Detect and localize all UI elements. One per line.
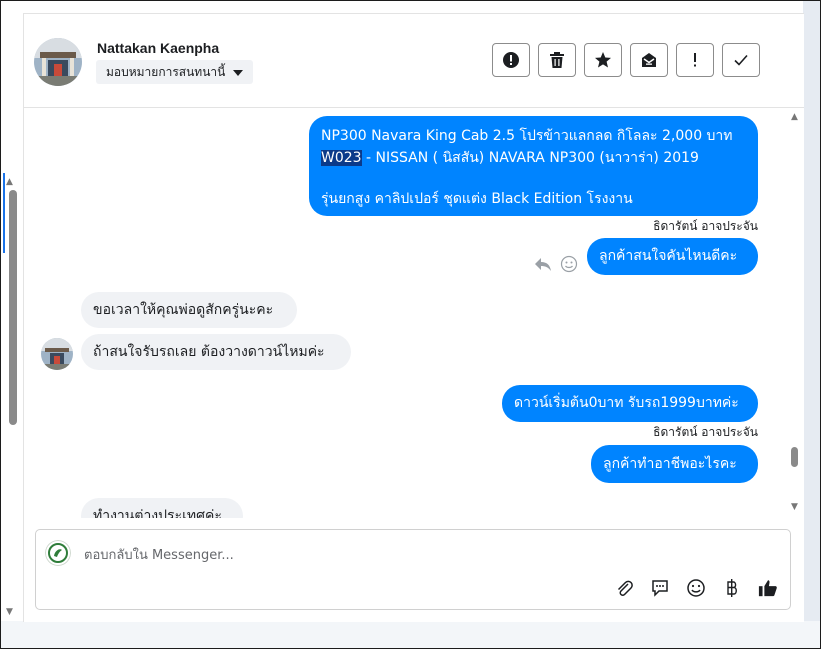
flag-button[interactable] — [676, 43, 714, 77]
assign-conversation-dropdown[interactable]: มอบหมายการสนทนานี้ — [96, 60, 254, 84]
scroll-up-icon[interactable]: ▲ — [791, 112, 798, 122]
message-scrollbar[interactable]: ▲ ▼ — [786, 108, 804, 518]
outgoing-message[interactable]: ลูกค้าสนใจคันไหนดีคะ — [587, 238, 758, 275]
envelope-icon — [642, 53, 656, 67]
message-line: รุ่นยกสูง คาลิปเปอร์ ชุดแต่ง Black Editi… — [321, 191, 633, 207]
mark-done-button[interactable] — [722, 43, 760, 77]
outgoing-message[interactable]: ลูกค้าทำอาชีพอะไรคะ — [591, 445, 758, 483]
incoming-message[interactable]: ขอเวลาให้คุณพ่อดูสักครู่นะคะ — [81, 292, 297, 328]
contact-name: Nattakan Kaenpha — [97, 40, 220, 56]
right-margin — [803, 1, 820, 621]
speech-bubble-icon — [652, 580, 668, 597]
sender-name: ธิดารัตน์ อาจประจัน — [653, 219, 758, 233]
incoming-message[interactable]: ถ้าสนใจรับรถเลย ต้องวางดาวน์ไหมค่ะ — [81, 334, 351, 370]
page-avatar — [45, 540, 71, 566]
outer-scroll-down-icon[interactable]: ▼ — [6, 607, 13, 617]
outer-scroll-up-icon[interactable]: ▲ — [6, 177, 13, 187]
header-actions — [492, 43, 760, 77]
emoji-icon — [687, 579, 705, 597]
conversation-panel: Nattakan Kaenpha มอบหมายการสนทนานี้ NP30… — [23, 13, 804, 622]
star-icon — [595, 52, 611, 68]
delete-button[interactable] — [538, 43, 576, 77]
bottom-margin — [1, 621, 820, 648]
saved-replies-button[interactable] — [650, 578, 670, 598]
incoming-message[interactable]: ทำงานต่างประเทศค่ะ — [81, 498, 243, 518]
emoji-button[interactable] — [686, 578, 706, 598]
react-emoji-icon[interactable] — [560, 255, 578, 273]
outer-scrollbar-thumb[interactable] — [9, 190, 17, 425]
attach-button[interactable] — [614, 578, 634, 598]
window-frame: ▲ ▼ Nattakan Kaenpha มอบหมายการสนทนานี้ — [0, 0, 821, 649]
star-button[interactable] — [584, 43, 622, 77]
baht-icon — [727, 579, 737, 597]
message-list: NP300 Navara King Cab 2.5 โปรข้าวแลกลด ก… — [24, 108, 786, 518]
trash-icon — [550, 52, 564, 68]
outgoing-message[interactable]: ดาวน์เริ่มต้น0บาท รับรถ1999บาทค่ะ — [502, 385, 758, 422]
message-line: NP300 Navara King Cab 2.5 โปรข้าวแลกลด ก… — [321, 128, 733, 144]
like-button[interactable] — [758, 578, 778, 598]
payment-button[interactable] — [722, 578, 742, 598]
alert-circle-icon — [503, 52, 519, 68]
mark-spam-button[interactable] — [492, 43, 530, 77]
focus-accent — [3, 173, 5, 253]
composer-tools — [614, 578, 778, 598]
reply-icon[interactable] — [534, 256, 552, 272]
outgoing-message[interactable]: NP300 Navara King Cab 2.5 โปรข้าวแลกลด ก… — [309, 116, 758, 216]
reply-composer[interactable]: ตอบกลับใน Messenger... — [35, 529, 791, 610]
check-icon — [734, 54, 748, 66]
paperclip-icon — [617, 580, 633, 596]
message-line: W023 - NISSAN ( นิสสัน) NAVARA NP300 (นา… — [321, 150, 699, 166]
conversation-header: Nattakan Kaenpha มอบหมายการสนทนานี้ — [24, 14, 804, 108]
scrollbar-thumb[interactable] — [791, 447, 798, 467]
mark-unread-button[interactable] — [630, 43, 668, 77]
selected-text: W023 — [321, 150, 362, 166]
caret-down-icon — [233, 70, 244, 76]
contact-avatar[interactable] — [34, 38, 82, 86]
assign-label: มอบหมายการสนทนานี้ — [106, 65, 226, 79]
contact-avatar-small[interactable] — [41, 338, 73, 370]
sender-name: ธิดารัตน์ อาจประจัน — [653, 425, 758, 439]
thumbs-up-icon — [758, 580, 777, 597]
reply-input[interactable]: ตอบกลับใน Messenger... — [84, 544, 234, 565]
exclamation-icon — [694, 53, 696, 67]
scroll-down-icon[interactable]: ▼ — [791, 502, 798, 512]
message-tools — [534, 255, 578, 273]
